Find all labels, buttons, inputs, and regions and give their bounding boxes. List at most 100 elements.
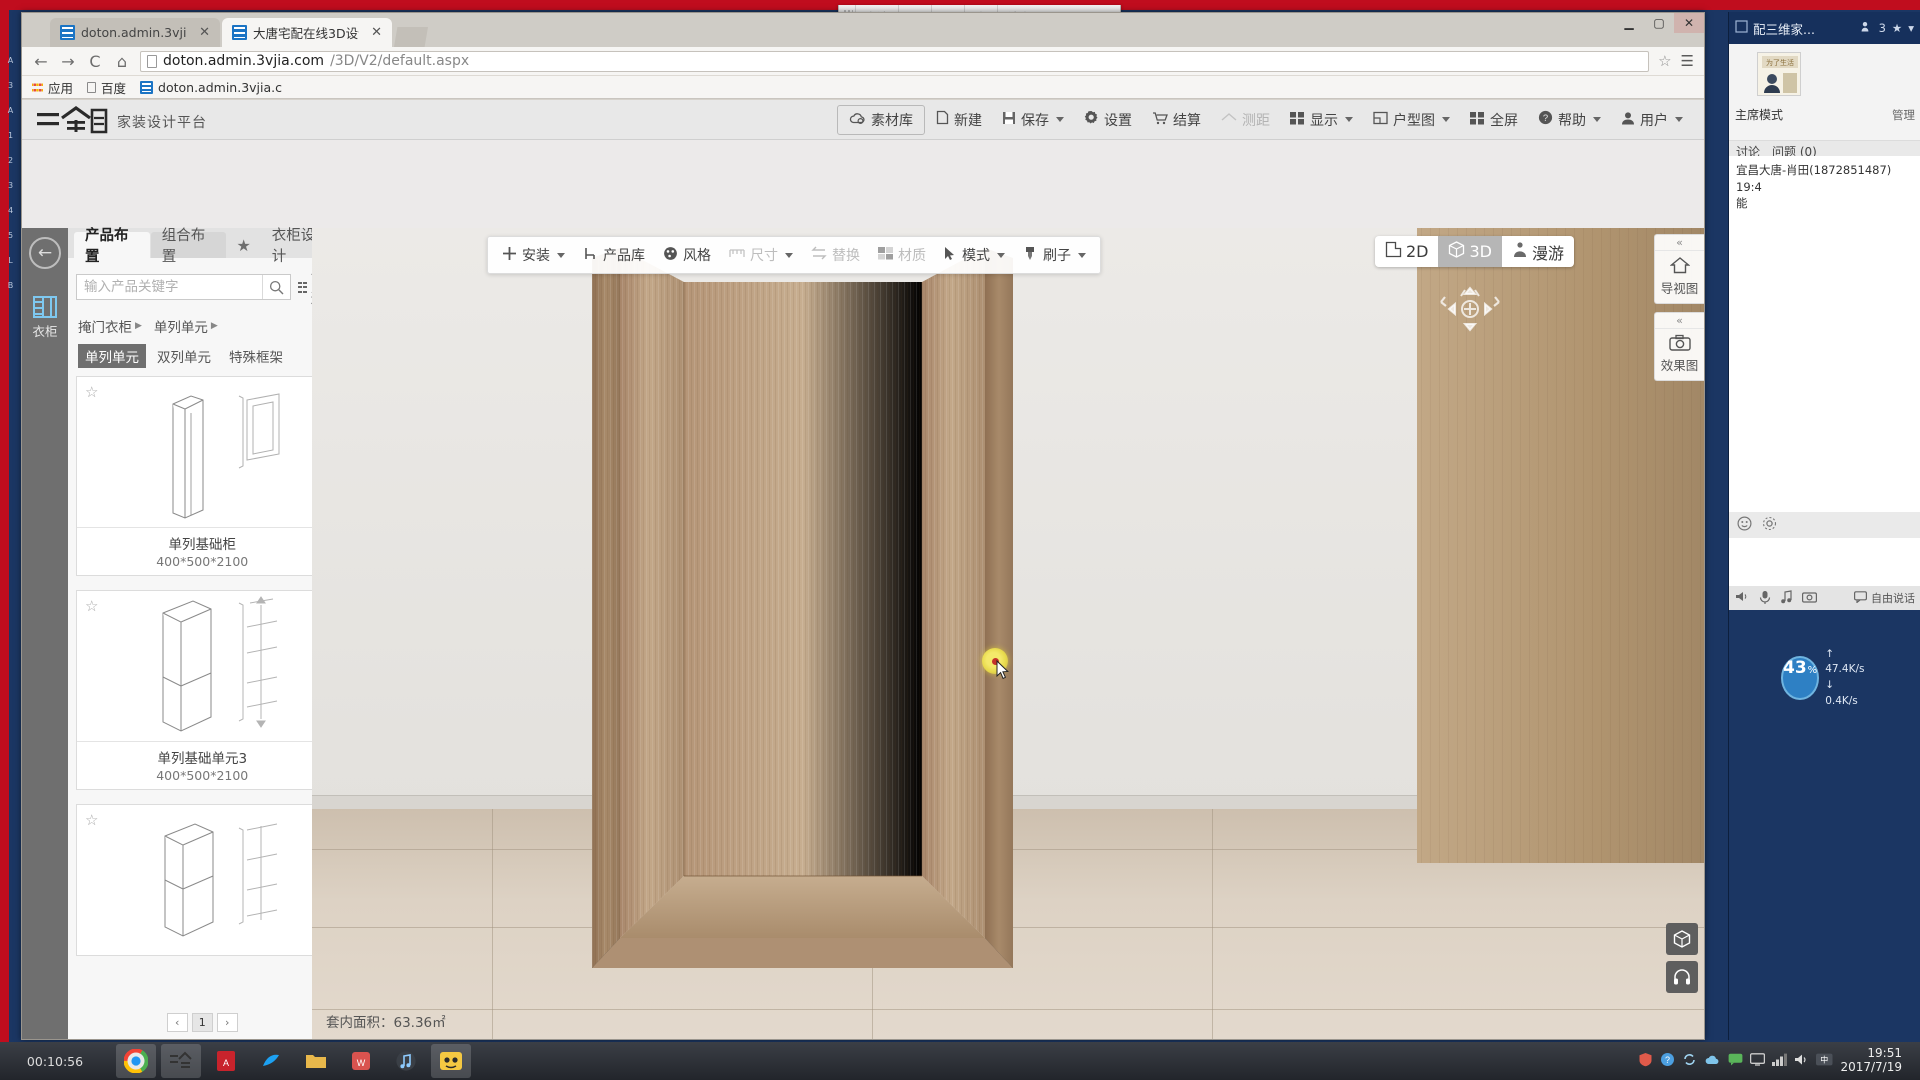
chat-input[interactable] <box>1729 538 1920 586</box>
minimize-button[interactable]: ▁ <box>1614 13 1644 33</box>
close-button[interactable]: ✕ <box>1674 13 1704 33</box>
toolbar-display[interactable]: 显示 <box>1281 105 1362 135</box>
browser-tab-0[interactable]: doton.admin.3vjia.com ✕ <box>50 18 220 47</box>
cloud-icon[interactable] <box>1704 1053 1721 1069</box>
breadcrumb-item-1[interactable]: 单列单元 ▶ <box>154 316 218 336</box>
favorite-star-icon[interactable]: ★ <box>1892 21 1902 35</box>
product-card[interactable]: ☆ <box>76 376 329 576</box>
dock-item-navview[interactable]: 导视图 <box>1655 251 1704 303</box>
taskbar-wps-button[interactable]: W <box>341 1044 381 1078</box>
product-card[interactable]: ☆ <box>76 590 329 790</box>
tab-close-icon[interactable]: ✕ <box>371 26 382 39</box>
bookmark-apps[interactable]: 应用 <box>32 78 73 97</box>
taskbar-clock[interactable]: 19:51 2017/7/19 <box>1840 1046 1910 1075</box>
free-talk-button[interactable]: 自由说话 <box>1854 590 1915 606</box>
message-pane[interactable]: 宜昌大唐-肖田(1872851487) 19:4 能 <box>1729 156 1920 512</box>
maximize-button[interactable]: ▢ <box>1644 13 1674 33</box>
music-icon[interactable] <box>1780 589 1793 607</box>
browser-menu-icon[interactable]: ☰ <box>1681 52 1694 70</box>
view-3d-button[interactable]: 3D <box>1438 236 1502 267</box>
product-list[interactable]: ☆ 单列基础柜 400*500*2100 ☆ 单列基础单元3 400*500*2… <box>68 376 337 1005</box>
dock-item-render[interactable]: 效果图 <box>1655 329 1704 380</box>
network-icon[interactable] <box>1772 1053 1788 1069</box>
3d-viewport[interactable]: 安装 产品库 风格 尺寸 替换 材质 模式 刷子 2D 3D 漫游 « 导视图 … <box>312 228 1704 1039</box>
tab-favorites[interactable]: ★ <box>227 232 259 258</box>
app-logo[interactable]: 家装设计平台 <box>36 105 207 134</box>
manage-link[interactable]: 管理 <box>1892 107 1915 123</box>
view-roam-button[interactable]: 漫游 <box>1501 236 1574 267</box>
dock-navigation-view[interactable]: « 导视图 <box>1654 234 1704 304</box>
favorite-star-icon[interactable]: ☆ <box>85 383 98 401</box>
bookmark-doton[interactable]: doton.admin.3vjia.c <box>140 80 282 95</box>
tab-combo-placement[interactable]: 组合布置 <box>150 228 227 265</box>
sync-icon[interactable] <box>1682 1052 1697 1070</box>
lang-icon[interactable]: 中 <box>1816 1053 1833 1069</box>
help-icon[interactable]: ? <box>1660 1052 1675 1070</box>
dock-collapse-icon[interactable]: « <box>1655 313 1704 329</box>
vtool-replace[interactable]: 替换 <box>803 241 868 269</box>
3d-scene[interactable] <box>312 228 1704 1039</box>
speaker-icon[interactable] <box>1735 590 1750 606</box>
taskbar-bird-button[interactable] <box>251 1044 291 1078</box>
product-card[interactable]: ☆ <box>76 804 329 956</box>
collapse-panel-button[interactable]: ← <box>29 237 61 269</box>
taskbar-pdf-button[interactable]: A <box>206 1044 246 1078</box>
volume-icon[interactable] <box>1794 1053 1809 1069</box>
toolbar-new[interactable]: 新建 <box>927 105 991 135</box>
camera-icon[interactable] <box>1802 591 1818 606</box>
settings-icon[interactable] <box>1762 516 1777 534</box>
cabinet-front[interactable] <box>592 248 1017 968</box>
vtool-style[interactable]: 风格 <box>655 241 719 269</box>
taskbar-music-button[interactable] <box>386 1044 426 1078</box>
toolbar-user[interactable]: 用户 <box>1612 105 1692 135</box>
subtab-double-column[interactable]: 双列单元 <box>150 344 218 368</box>
vtool-mode[interactable]: 模式 <box>936 241 1013 269</box>
search-icon[interactable] <box>262 275 290 299</box>
search-box[interactable] <box>76 274 291 300</box>
toolbar-help[interactable]: ? 帮助 <box>1529 105 1610 135</box>
page-next-button[interactable]: › <box>216 1012 238 1032</box>
toolbar-checkout[interactable]: 结算 <box>1143 105 1210 135</box>
toolbar-save[interactable]: 保存 <box>993 105 1073 135</box>
cube-render-button[interactable] <box>1666 923 1698 955</box>
shield-icon[interactable] <box>1638 1052 1653 1070</box>
vtool-brush[interactable]: 刷子 <box>1015 241 1094 269</box>
subtab-single-column[interactable]: 单列单元 <box>78 344 146 368</box>
tab-close-icon[interactable]: ✕ <box>199 26 210 39</box>
subtab-special-frame[interactable]: 特殊框架 <box>222 344 290 368</box>
toolbar-settings[interactable]: 设置 <box>1075 105 1141 135</box>
headphone-button[interactable] <box>1666 961 1698 993</box>
sidebar-item-wardrobe[interactable]: 衣柜 <box>22 296 68 340</box>
taskbar-panda-button[interactable] <box>431 1044 471 1078</box>
dock-collapse-icon[interactable]: « <box>1655 235 1704 251</box>
page-prev-button[interactable]: ‹ <box>166 1012 188 1032</box>
toolbar-floorplan[interactable]: 户型图 <box>1364 105 1459 135</box>
breadcrumb-item-0[interactable]: 掩门衣柜 ▶ <box>78 316 142 336</box>
taskbar-folder-button[interactable] <box>296 1044 336 1078</box>
vtool-dimension[interactable]: 尺寸 <box>721 241 801 269</box>
chevron-down-icon[interactable]: ▾ <box>1908 21 1914 35</box>
back-icon[interactable]: ← <box>32 52 50 71</box>
reload-icon[interactable]: C <box>86 52 104 71</box>
toolbar-material-library[interactable]: 素材库 <box>837 104 925 135</box>
forward-icon[interactable]: → <box>59 52 77 71</box>
favorite-star-icon[interactable]: ☆ <box>85 811 98 829</box>
taskbar-chrome-button[interactable] <box>116 1044 156 1078</box>
vtool-install[interactable]: 安装 <box>494 241 573 269</box>
new-tab-button[interactable] <box>394 27 428 47</box>
page-current-button[interactable]: 1 <box>191 1012 213 1032</box>
taskbar-sanweijia-button[interactable] <box>161 1044 201 1078</box>
search-input[interactable] <box>77 275 262 299</box>
mic-icon[interactable] <box>1759 590 1771 607</box>
address-bar[interactable]: doton.admin.3vjia.com/3D/V2/default.aspx <box>140 50 1650 72</box>
dock-render-view[interactable]: « 效果图 <box>1654 312 1704 381</box>
monitor-icon[interactable] <box>1750 1053 1766 1069</box>
bookmark-star-icon[interactable]: ☆ <box>1658 52 1671 70</box>
bookmark-baidu[interactable]: 百度 <box>87 78 126 97</box>
favorite-star-icon[interactable]: ☆ <box>85 597 98 615</box>
emoji-icon[interactable] <box>1737 516 1752 534</box>
vtool-material[interactable]: 材质 <box>870 241 934 269</box>
tab-product-placement[interactable]: 产品布置 <box>74 228 150 265</box>
toolbar-fullscreen[interactable]: 全屏 <box>1461 105 1527 135</box>
nav-gizmo-icon[interactable] <box>1431 274 1509 344</box>
